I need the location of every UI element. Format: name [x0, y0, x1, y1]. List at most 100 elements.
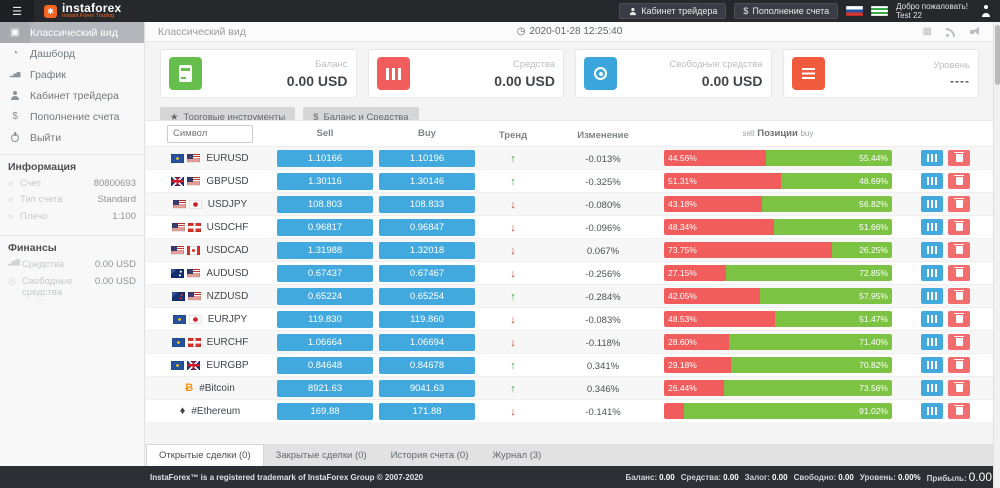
sidebar-item-chart[interactable]: ▂▅▇ График: [0, 64, 144, 85]
buy-price-button[interactable]: 119.860: [379, 311, 475, 328]
delete-button[interactable]: [948, 403, 970, 419]
chart-button[interactable]: [921, 357, 943, 373]
buy-price-button[interactable]: 1.32018: [379, 242, 475, 259]
symbol-label[interactable]: EURUSD: [206, 153, 248, 164]
symbol-flag-1: [172, 292, 185, 301]
table-row: USDJPY 108.803 108.833 ↓ -0.080% 43.18% …: [146, 193, 993, 216]
avatar[interactable]: [980, 5, 992, 17]
scrollbar-thumb[interactable]: [995, 25, 1000, 85]
symbol-label[interactable]: EURJPY: [208, 314, 247, 325]
sell-price-button[interactable]: 119.830: [277, 311, 373, 328]
sell-price-button[interactable]: 0.96817: [277, 219, 373, 236]
symbol-search-input[interactable]: [167, 125, 253, 143]
calendar-icon[interactable]: ▦: [923, 26, 932, 37]
symbol-label[interactable]: USDCAD: [206, 245, 248, 256]
delete-button[interactable]: [948, 242, 970, 258]
sell-price-button[interactable]: 169.88: [277, 403, 373, 420]
change-value: -0.096%: [585, 223, 620, 234]
chart-button[interactable]: [921, 219, 943, 235]
vertical-scrollbar[interactable]: [993, 22, 1000, 488]
buy-price-button[interactable]: 0.67467: [379, 265, 475, 282]
buy-price-button[interactable]: 1.30146: [379, 173, 475, 190]
symbol-label[interactable]: USDJPY: [208, 199, 247, 210]
delete-button[interactable]: [948, 311, 970, 327]
symbol-label[interactable]: GBPUSD: [206, 176, 248, 187]
sell-price-button[interactable]: 0.84648: [277, 357, 373, 374]
table-rows: EURUSD 1.10166 1.10196 ↑ -0.013% 44.56% …: [146, 147, 993, 422]
delete-button[interactable]: [948, 357, 970, 373]
symbol-flag-2: [187, 177, 200, 186]
buy-price-button[interactable]: 0.65254: [379, 288, 475, 305]
symbol-label[interactable]: #Bitcoin: [199, 383, 235, 394]
sell-price-button[interactable]: 1.30116: [277, 173, 373, 190]
buy-positions-bar: 57.95%: [760, 288, 892, 304]
chart-button[interactable]: [921, 403, 943, 419]
sidebar-item-logout[interactable]: Выйти: [0, 127, 144, 148]
crypto-icon: Ƀ: [185, 382, 193, 394]
symbol-flag-1: [171, 361, 184, 370]
positions-bar: 44.56% 55.44%: [664, 150, 892, 166]
sell-price-button[interactable]: 0.67437: [277, 265, 373, 282]
delete-button[interactable]: [948, 334, 970, 350]
sidebar-item-dashboard[interactable]: ◔ Дашборд: [0, 43, 144, 64]
chart-button[interactable]: [921, 288, 943, 304]
buy-price-button[interactable]: 1.10196: [379, 150, 475, 167]
trader-cabinet-button[interactable]: Кабинет трейдера: [619, 3, 726, 19]
buy-price-button[interactable]: 108.833: [379, 196, 475, 213]
delete-button[interactable]: [948, 219, 970, 235]
chart-button[interactable]: [921, 242, 943, 258]
tab-open-trades[interactable]: Открытые сделки (0): [146, 444, 264, 466]
chart-button[interactable]: [921, 150, 943, 166]
buy-price-button[interactable]: 0.84678: [379, 357, 475, 374]
chart-button[interactable]: [921, 173, 943, 189]
symbol-label[interactable]: AUDUSD: [206, 268, 248, 279]
tab-journal[interactable]: Журнал (3): [480, 444, 553, 466]
sell-price-button[interactable]: 108.803: [277, 196, 373, 213]
sell-price-button[interactable]: 1.06664: [277, 334, 373, 351]
symbol-label[interactable]: USDCHF: [207, 222, 249, 233]
buy-price-button[interactable]: 9041.63: [379, 380, 475, 397]
symbol-label[interactable]: EURCHF: [207, 337, 249, 348]
tab-account-history[interactable]: История счета (0): [379, 444, 481, 466]
russian-flag-icon[interactable]: [846, 6, 863, 16]
table-header: Sell Buy Тренд Изменение sell Позиции bu…: [146, 121, 993, 147]
sidebar-item-deposit[interactable]: $ Пополнение счета: [0, 106, 144, 127]
hamburger-menu-icon[interactable]: ☰: [0, 0, 34, 22]
sidebar-item-classic-view[interactable]: ▣ Классический вид: [0, 22, 144, 43]
instaforex-logo-icon: ✱: [44, 5, 57, 18]
sidebar-item-trader-cabinet[interactable]: Кабинет трейдера: [0, 85, 144, 106]
positions-bar: 51.31% 48.69%: [664, 173, 892, 189]
chart-button[interactable]: [921, 334, 943, 350]
sell-price-button[interactable]: 1.31988: [277, 242, 373, 259]
finance-row-equity: ▂▅▇ Средства 0.00 USD: [8, 259, 136, 270]
sell-price-button[interactable]: 8921.63: [277, 380, 373, 397]
chart-button[interactable]: [921, 311, 943, 327]
sell-positions-bar: 48.53%: [664, 311, 775, 327]
sell-price-button[interactable]: 1.10166: [277, 150, 373, 167]
delete-button[interactable]: [948, 150, 970, 166]
equity-value: 0.00 USD: [494, 73, 555, 89]
delete-button[interactable]: [948, 196, 970, 212]
delete-button[interactable]: [948, 380, 970, 396]
symbol-label[interactable]: NZDUSD: [207, 291, 249, 302]
deposit-button[interactable]: $ Пополнение счета: [734, 3, 838, 19]
delete-button[interactable]: [948, 173, 970, 189]
delete-button[interactable]: [948, 265, 970, 281]
buy-price-button[interactable]: 0.96847: [379, 219, 475, 236]
tab-closed-trades[interactable]: Закрытые сделки (0): [264, 444, 379, 466]
buy-price-button[interactable]: 171.88: [379, 403, 475, 420]
symbol-label[interactable]: #Ethereum: [191, 406, 240, 417]
buy-price-button[interactable]: 1.06694: [379, 334, 475, 351]
chart-button[interactable]: [921, 265, 943, 281]
instaforex-logo: ✱ instaforex Instant Forex Trading: [44, 2, 121, 20]
trend-arrow-icon: ↓: [510, 406, 516, 418]
symbol-label[interactable]: EURGBP: [206, 360, 248, 371]
language-flag-icon[interactable]: [871, 6, 888, 16]
chart-button[interactable]: [921, 380, 943, 396]
chart-button[interactable]: [921, 196, 943, 212]
equity-value: 0.00 USD: [95, 259, 136, 270]
delete-button[interactable]: [948, 288, 970, 304]
rss-icon[interactable]: [946, 27, 956, 37]
sell-price-button[interactable]: 0.65224: [277, 288, 373, 305]
megaphone-icon[interactable]: [970, 27, 981, 36]
